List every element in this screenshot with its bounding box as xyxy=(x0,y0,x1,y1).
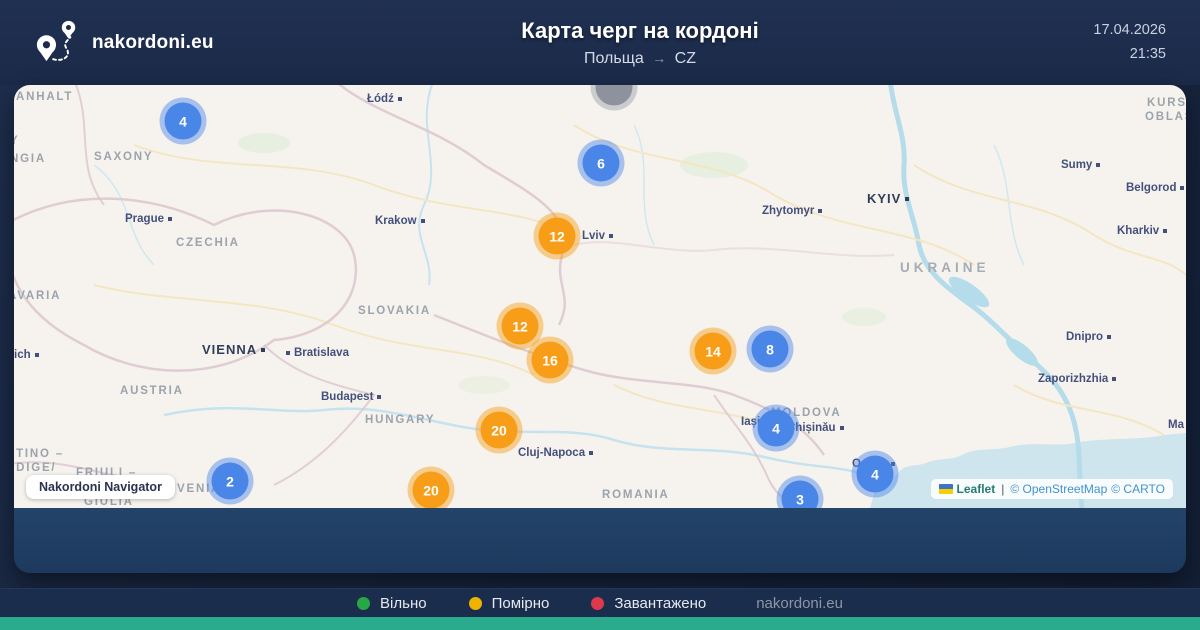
brand: nakordoni.eu xyxy=(34,17,234,68)
brand-name: nakordoni.eu xyxy=(92,31,214,53)
route-to: CZ xyxy=(674,49,696,67)
queue-marker-value: 4 xyxy=(772,420,780,436)
queue-marker-value: 20 xyxy=(491,422,507,438)
date-label: 17.04.2026 xyxy=(1093,21,1166,38)
queue-marker[interactable]: 14 xyxy=(694,332,732,370)
leaflet-link[interactable]: Leaflet xyxy=(957,482,996,496)
queue-marker[interactable]: 4 xyxy=(164,102,202,140)
logo-pins-icon xyxy=(34,17,80,68)
osm-link[interactable]: © OpenStreetMap xyxy=(1010,482,1107,496)
queue-marker-value: 8 xyxy=(766,341,774,357)
map[interactable]: ANHALTYNGIASAXONYŁódźPragueCZECHIAKrakow… xyxy=(14,85,1186,508)
legend-label: Вільно xyxy=(380,594,427,612)
route-from: Польща xyxy=(583,49,644,67)
queue-marker-value: 4 xyxy=(179,113,187,129)
ukraine-flag-icon xyxy=(938,484,953,494)
queue-marker-value: 16 xyxy=(542,352,558,368)
queue-marker[interactable]: 12 xyxy=(501,307,539,345)
queue-marker[interactable] xyxy=(595,85,633,106)
queue-marker[interactable]: 2 xyxy=(211,462,249,500)
queue-marker-value: 20 xyxy=(423,482,439,498)
legend-label: Завантажено xyxy=(614,594,707,612)
queue-marker[interactable]: 8 xyxy=(751,330,789,368)
queue-marker[interactable]: 4 xyxy=(856,455,894,493)
legend-dot-icon xyxy=(468,596,482,610)
legend-item: Вільно xyxy=(357,595,427,612)
legend-dot-icon xyxy=(357,596,371,610)
legend-item: Помірно xyxy=(468,594,550,612)
bottom-panel xyxy=(14,508,1186,573)
datetime: 17.04.2026 21:35 xyxy=(1046,19,1166,67)
queue-marker-value: 4 xyxy=(871,466,879,482)
map-attribution: Leaflet | © OpenStreetMap © CARTO xyxy=(930,479,1173,499)
navigator-pill: Nakordoni Navigator xyxy=(26,475,175,499)
legend-item: Завантажено xyxy=(591,595,706,612)
legend-label: Помірно xyxy=(491,594,550,612)
footer-site-label: nakordoni.eu xyxy=(756,594,843,612)
queue-marker[interactable]: 4 xyxy=(757,409,795,447)
queue-marker-value: 3 xyxy=(796,491,804,507)
queue-marker[interactable]: 3 xyxy=(781,480,819,508)
map-card: ANHALTYNGIASAXONYŁódźPragueCZECHIAKrakow… xyxy=(14,85,1186,573)
legend-items: Вільно Помірно Завантажено xyxy=(357,595,706,612)
queue-marker-value: 12 xyxy=(512,318,528,334)
queue-marker[interactable]: 16 xyxy=(531,341,569,379)
attribution-separator: | xyxy=(1001,482,1005,496)
queue-marker-value: 12 xyxy=(549,228,565,244)
header: nakordoni.eu Карта черг на кордоні Польщ… xyxy=(0,0,1200,85)
markers-layer: 4 6 12 12 16 14 8 20 4 2 20 4 3 xyxy=(14,85,1186,508)
accent-bar xyxy=(0,617,1200,630)
footer: Вільно Помірно Завантажено nakordoni.eu xyxy=(0,588,1200,617)
queue-marker-value: 2 xyxy=(226,473,234,489)
queue-marker[interactable]: 20 xyxy=(412,471,450,508)
queue-marker[interactable]: 6 xyxy=(582,144,620,182)
legend-dot-icon xyxy=(591,596,605,610)
route-subtitle: Польща → CZ xyxy=(234,50,1046,68)
route-arrow-icon: → xyxy=(652,49,667,66)
time-label: 21:35 xyxy=(1129,45,1166,62)
carto-link[interactable]: © CARTO xyxy=(1111,482,1165,496)
queue-marker-value: 6 xyxy=(597,155,605,171)
queue-marker[interactable]: 12 xyxy=(538,217,576,255)
queue-marker-value: 14 xyxy=(705,343,721,359)
queue-marker[interactable]: 20 xyxy=(480,411,518,449)
page-title: Карта черг на кордоні xyxy=(521,17,759,43)
